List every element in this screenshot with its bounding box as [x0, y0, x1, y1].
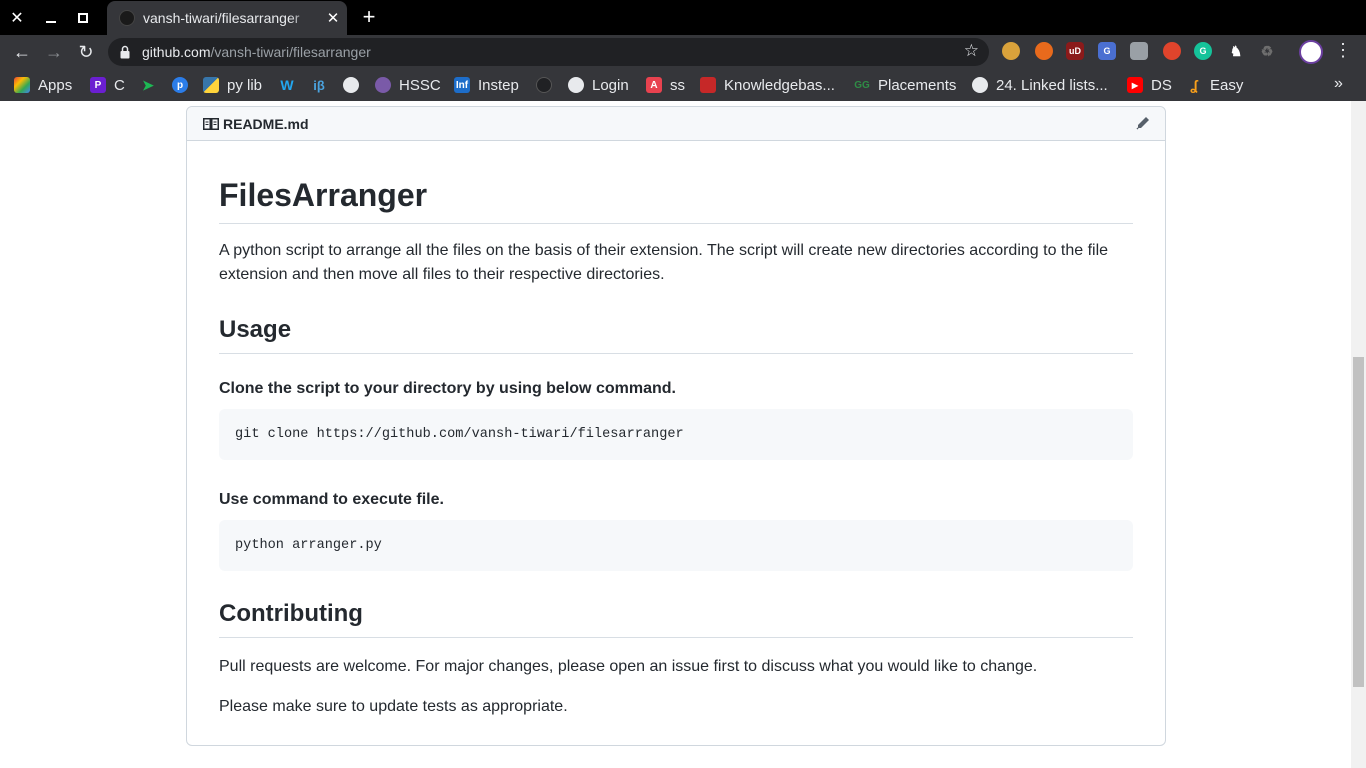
bookmark-linked-lists[interactable]: 24. Linked lists...: [972, 75, 1108, 95]
bookmark-login[interactable]: Login: [568, 75, 629, 95]
bookmark-placements[interactable]: GG Placements: [854, 75, 956, 95]
bookmark-c[interactable]: P C: [90, 75, 125, 95]
orange-extension-icon[interactable]: [1035, 42, 1053, 60]
grammarly-extension-icon[interactable]: G: [1194, 42, 1212, 60]
clone-code-block[interactable]: git clone https://github.com/vansh-tiwar…: [219, 409, 1133, 460]
bookmark-hssc[interactable]: HSSC: [375, 75, 441, 95]
bookmark-globe[interactable]: [343, 75, 367, 95]
intro-paragraph: A python script to arrange all the files…: [219, 242, 1109, 283]
edit-pencil-icon[interactable]: [1135, 115, 1151, 131]
arrow-icon: ➤: [142, 76, 154, 93]
ublock-extension-icon[interactable]: uD: [1066, 42, 1084, 60]
bookmark-py-lib[interactable]: py lib: [203, 75, 262, 95]
page-viewport: README.md FilesArranger A python script …: [0, 101, 1351, 768]
more-bookmarks-icon[interactable]: »: [1334, 75, 1343, 93]
translate-extension-icon[interactable]: G: [1098, 42, 1116, 60]
back-button[interactable]: ←: [8, 39, 36, 65]
reload-button[interactable]: ↻: [72, 39, 100, 65]
browser-tab[interactable]: vansh-tiwari/filesarranger ✕: [107, 1, 347, 35]
hssc-icon: [375, 77, 391, 93]
ib-icon: iβ: [313, 77, 325, 93]
github-icon: [536, 77, 552, 93]
address-url: github.com/vansh-tiwari/filesarranger: [142, 44, 371, 60]
bookmark-w[interactable]: W: [279, 75, 303, 95]
book-icon: [203, 117, 219, 130]
bookmark-ss[interactable]: A ss: [646, 75, 685, 95]
github-icon: [568, 77, 584, 93]
usage-heading: Usage: [219, 315, 1133, 354]
globe-icon: [972, 77, 988, 93]
gnome-extension-icon[interactable]: ♞: [1227, 42, 1245, 60]
tab-title: vansh-tiwari/filesarranger: [143, 10, 300, 26]
page-scrollbar[interactable]: [1351, 101, 1366, 768]
cookie-extension-icon[interactable]: [1002, 42, 1020, 60]
pypi-icon: p: [172, 77, 188, 93]
execute-instruction: Use command to execute file.: [219, 491, 444, 508]
bookmark-easy[interactable]: ʆ Easy: [1186, 75, 1243, 95]
restore-window-icon[interactable]: [67, 0, 99, 35]
a-icon: A: [646, 77, 662, 93]
tests-paragraph: Please make sure to update tests as appr…: [219, 698, 568, 715]
readme-filename: README.md: [223, 115, 309, 132]
python-icon: [203, 77, 219, 93]
recycle-extension-icon[interactable]: ♻: [1258, 42, 1276, 60]
contributing-paragraph: Pull requests are welcome. For major cha…: [219, 658, 1038, 675]
browser-toolbar: ← → ↻ github.com/vansh-tiwari/filesarran…: [0, 35, 1366, 69]
youtube-icon: ▶: [1127, 77, 1143, 93]
bookmarks-bar: Apps P C ➤ p py lib W iβ HSSC Inf Instep…: [0, 69, 1366, 101]
bookmark-star-icon[interactable]: ☆: [964, 41, 979, 61]
bookmark-pypi[interactable]: p: [172, 75, 196, 95]
address-bar[interactable]: github.com/vansh-tiwari/filesarranger ☆: [108, 38, 989, 66]
print-extension-icon[interactable]: [1130, 42, 1148, 60]
gfg-icon: GG: [854, 79, 870, 91]
bookmark-instep[interactable]: Inf Instep: [454, 75, 519, 95]
close-tab-icon[interactable]: ✕: [325, 9, 341, 27]
github-favicon-icon: [119, 10, 135, 26]
new-tab-button[interactable]: +: [358, 2, 380, 32]
readme-box: README.md FilesArranger A python script …: [186, 106, 1166, 746]
infosys-icon: Inf: [454, 77, 470, 93]
profile-avatar[interactable]: [1299, 40, 1323, 64]
minimize-window-icon[interactable]: [35, 0, 67, 35]
c-icon: P: [90, 77, 106, 93]
bookmark-knowledgebase[interactable]: Knowledgebas...: [700, 75, 835, 95]
readme-header: README.md: [187, 107, 1165, 141]
forward-button[interactable]: →: [40, 39, 68, 65]
close-window-icon[interactable]: ✕: [1, 0, 33, 35]
lock-icon: [120, 45, 130, 59]
red-extension-icon[interactable]: [1163, 42, 1181, 60]
bookmark-ib[interactable]: iβ: [311, 75, 335, 95]
knowledgebase-icon: [700, 77, 716, 93]
execute-code-block[interactable]: python arranger.py: [219, 520, 1133, 571]
globe-icon: [343, 77, 359, 93]
scrollbar-thumb[interactable]: [1353, 357, 1364, 687]
menu-kebab-icon[interactable]: ⋮: [1334, 40, 1352, 64]
tab-strip: ✕ vansh-tiwari/filesarranger ✕ +: [0, 0, 1366, 35]
contributing-heading: Contributing: [219, 599, 1133, 638]
bookmark-ds[interactable]: ▶ DS: [1127, 75, 1172, 95]
leetcode-icon: ʆ: [1190, 77, 1198, 93]
clone-instruction: Clone the script to your directory by us…: [219, 380, 676, 397]
readme-title: FilesArranger: [219, 175, 1133, 224]
apps-grid-icon: [14, 77, 30, 93]
bookmark-arrow[interactable]: ➤: [140, 75, 164, 95]
bookmark-github[interactable]: [536, 75, 560, 95]
w-icon: W: [280, 77, 294, 93]
bookmark-apps[interactable]: Apps: [14, 75, 72, 95]
